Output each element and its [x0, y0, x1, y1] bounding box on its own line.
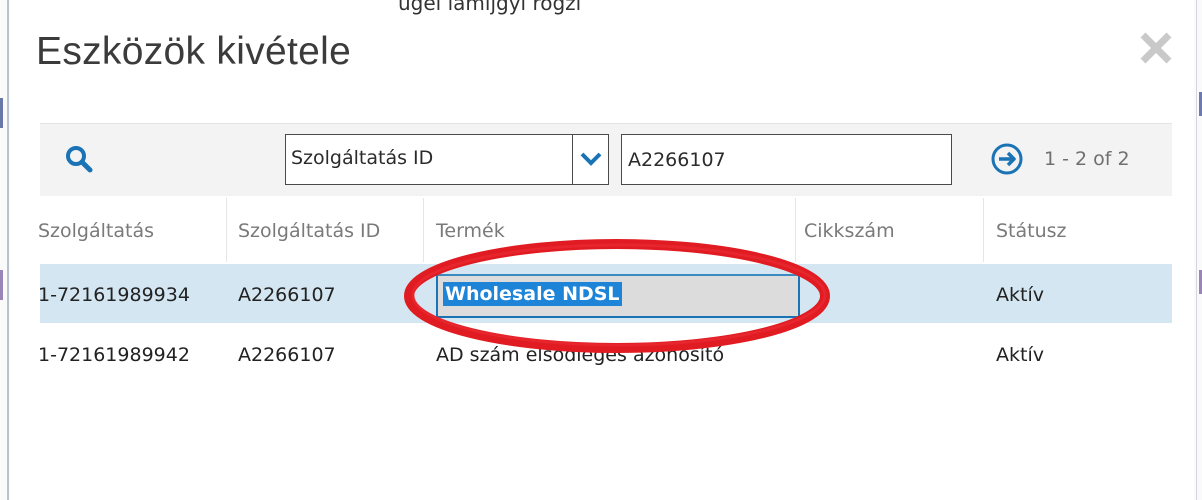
column-header-szolgaltatas-id[interactable]: Szolgáltatás ID — [238, 220, 380, 242]
close-icon[interactable] — [1138, 30, 1174, 66]
column-separator — [983, 198, 984, 262]
cell-szolgaltatas-id[interactable]: A2266107 — [238, 284, 336, 306]
select-dropdown-button[interactable] — [572, 135, 608, 184]
left-edge-accent — [0, 98, 3, 128]
chevron-down-icon — [580, 152, 602, 166]
cell-termek-editor[interactable]: Wholesale NDSL — [436, 274, 800, 318]
column-header-szolgaltatas[interactable]: Szolgáltatás — [38, 220, 154, 242]
search-field-select[interactable]: Szolgáltatás ID — [285, 134, 609, 185]
dialog-title: Eszközök kivétele — [36, 30, 352, 73]
pagination-info: 1 - 2 of 2 — [1044, 148, 1130, 170]
cell-statusz[interactable]: Aktív — [996, 344, 1044, 366]
column-separator — [226, 198, 227, 262]
arrow-right-circle-icon[interactable] — [990, 142, 1024, 176]
column-separator — [795, 198, 796, 262]
search-icon[interactable] — [64, 144, 94, 174]
search-input[interactable] — [621, 134, 952, 185]
left-edge-accent — [0, 270, 3, 300]
dialog-screen: ügel lámijgyi rögzí Eszközök kivétele Sz… — [0, 0, 1202, 500]
right-edge-line — [1196, 0, 1197, 500]
column-separator — [423, 198, 424, 262]
cell-szolgaltatas-id[interactable]: A2266107 — [238, 344, 336, 366]
cell-statusz[interactable]: Aktív — [996, 284, 1044, 306]
cell-termek[interactable]: AD szám elsődleges azonosító — [436, 344, 724, 366]
right-window-edge — [1194, 0, 1202, 500]
background-text-fragment: ügel lámijgyi rögzí — [398, 0, 582, 15]
cell-szolgaltatas[interactable]: 1-72161989934 — [38, 284, 190, 306]
cell-szolgaltatas[interactable]: 1-72161989942 — [38, 344, 190, 366]
column-header-termek[interactable]: Termék — [436, 220, 505, 242]
left-edge-line — [7, 0, 9, 500]
left-window-edge — [0, 0, 10, 500]
column-header-statusz[interactable]: Státusz — [996, 220, 1067, 242]
selected-text[interactable]: Wholesale NDSL — [443, 282, 622, 306]
column-header-cikkszam[interactable]: Cikkszám — [804, 220, 895, 242]
search-field-select-value: Szolgáltatás ID — [291, 147, 434, 169]
